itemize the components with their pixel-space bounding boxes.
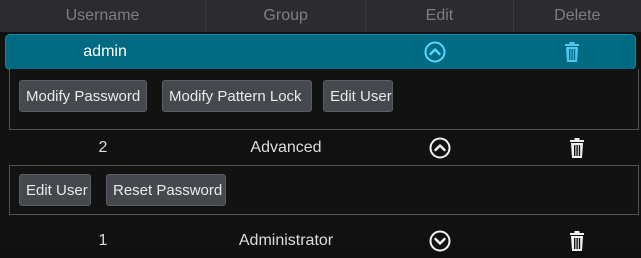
edit-user-button[interactable]: Edit User <box>323 80 393 112</box>
edit-toggle-button[interactable] <box>363 41 509 63</box>
edit-toggle-button[interactable] <box>366 230 513 252</box>
edit-user-button[interactable]: Edit User <box>19 174 91 206</box>
chevron-down-circle-icon <box>429 230 451 252</box>
username-cell: 1 <box>98 232 108 249</box>
reset-password-button[interactable]: Reset Password <box>106 174 226 206</box>
table-row[interactable]: 2 Advanced <box>0 131 641 165</box>
user-table: Username Group Edit Delete admin Modify … <box>0 0 641 252</box>
column-header-group[interactable]: Group <box>206 0 367 32</box>
delete-button[interactable] <box>513 230 641 252</box>
table-header: Username Group Edit Delete <box>0 0 641 32</box>
actions-panel-admin: Modify Password Modify Pattern Lock Edit… <box>9 69 639 130</box>
group-cell: Administrator <box>238 232 334 249</box>
username-cell: admin <box>83 43 127 60</box>
delete-button[interactable] <box>513 137 641 159</box>
edit-toggle-button[interactable] <box>366 137 513 159</box>
column-header-delete[interactable]: Delete <box>514 0 641 32</box>
table-row-admin[interactable]: admin <box>6 35 635 69</box>
trash-icon <box>566 137 588 159</box>
modify-pattern-lock-button[interactable]: Modify Pattern Lock <box>162 80 312 112</box>
table-row[interactable]: 1 Administrator <box>0 224 641 258</box>
trash-icon <box>561 41 583 63</box>
chevron-up-circle-icon <box>429 137 451 159</box>
delete-button[interactable] <box>508 41 635 63</box>
username-cell: 2 <box>98 139 108 156</box>
actions-panel-2: Edit User Reset Password <box>9 165 639 215</box>
trash-icon <box>566 230 588 252</box>
modify-password-button[interactable]: Modify Password <box>19 80 147 112</box>
column-header-username[interactable]: Username <box>0 0 207 32</box>
chevron-up-circle-icon <box>424 41 446 63</box>
column-header-edit[interactable]: Edit <box>366 0 514 32</box>
group-cell: Advanced <box>250 139 322 156</box>
